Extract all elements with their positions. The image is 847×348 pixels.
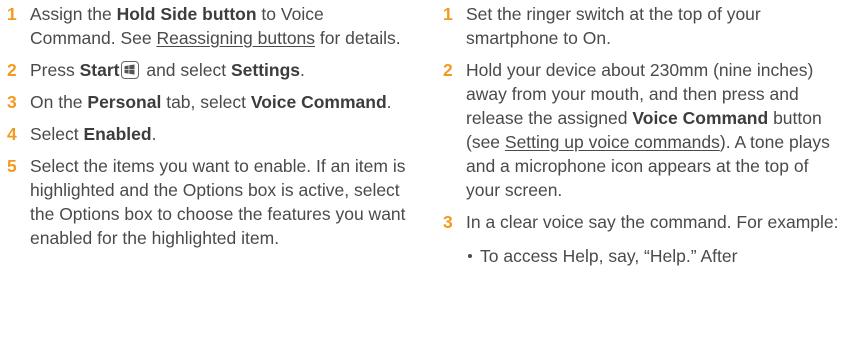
left-step-1: 1 Assign the Hold Side button to Voice C… — [4, 2, 406, 50]
step-number: 5 — [7, 156, 17, 176]
bold-term: Start — [79, 60, 120, 80]
left-step-4: 4 Select Enabled. — [4, 122, 406, 146]
text-run: . — [386, 92, 392, 112]
text-run: . — [300, 60, 305, 80]
bold-term: Hold Side button — [116, 4, 257, 24]
text-run: On the — [30, 92, 88, 112]
text-run: and select — [141, 60, 231, 80]
setting-up-voice-commands-link[interactable]: Setting up voice commands — [505, 132, 720, 152]
step-number: 1 — [443, 4, 453, 24]
list-item: To access Help, say, “Help.” After — [466, 244, 842, 268]
step-text: In a clear voice say the command. For ex… — [466, 212, 839, 232]
right-step-1: 1 Set the ringer switch at the top of yo… — [440, 2, 842, 50]
text-run: . — [151, 124, 157, 144]
text-run: tab, select — [161, 92, 251, 112]
windows-start-icon — [121, 61, 140, 79]
right-step-3: 3 In a clear voice say the command. For … — [440, 210, 842, 268]
step-text: Press Start and select Settings. — [30, 58, 406, 82]
step-number: 2 — [443, 60, 453, 80]
text-run: Assign the — [30, 4, 117, 24]
bold-term: Voice Command — [632, 108, 769, 128]
step-number: 2 — [7, 60, 17, 80]
example-bullet-list: To access Help, say, “Help.” After — [466, 244, 842, 268]
right-step-2: 2 Hold your device about 230mm (nine inc… — [440, 58, 842, 202]
left-step-2: 2 Press Start and select Settings. — [4, 58, 406, 82]
left-step-3: 3 On the Personal tab, select Voice Comm… — [4, 90, 406, 114]
step-text: Select the items you want to enable. If … — [30, 156, 406, 248]
text-run: Press — [30, 60, 80, 80]
step-text: Hold your device about 230mm (nine inche… — [466, 58, 842, 202]
step-text: Assign the Hold Side button to Voice Com… — [30, 2, 406, 50]
step-text: Select Enabled. — [30, 122, 406, 146]
right-column: 1 Set the ringer switch at the top of yo… — [440, 2, 842, 276]
bold-term: Settings — [230, 60, 301, 80]
text-run: Select — [30, 124, 84, 144]
bold-term: Voice Command — [250, 92, 387, 112]
step-number: 4 — [7, 124, 17, 144]
bold-term: Enabled — [83, 124, 152, 144]
text-run: for details. — [315, 28, 401, 48]
step-text: Set the ringer switch at the top of your… — [466, 4, 761, 48]
step-text: On the Personal tab, select Voice Comman… — [30, 90, 406, 114]
reassigning-buttons-link[interactable]: Reassigning buttons — [156, 28, 315, 48]
step-number: 1 — [7, 4, 17, 24]
left-step-5: 5 Select the items you want to enable. I… — [4, 154, 406, 250]
step-number: 3 — [443, 212, 453, 232]
bold-term: Personal — [87, 92, 162, 112]
left-column: 1 Assign the Hold Side button to Voice C… — [4, 2, 406, 258]
step-number: 3 — [7, 92, 17, 112]
